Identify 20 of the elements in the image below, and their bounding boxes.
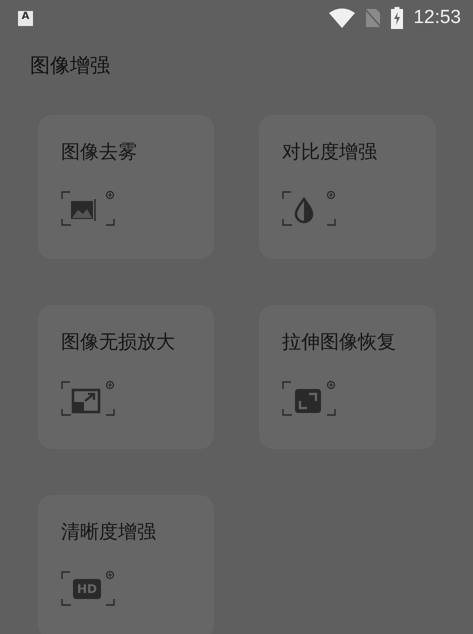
battery-charging-icon — [391, 7, 404, 29]
tool-card[interactable]: 清晰度增强 HD — [38, 495, 214, 634]
no-sim-icon — [365, 8, 382, 28]
image-icon — [61, 191, 117, 227]
notification-icon: A — [18, 10, 33, 26]
clock-time: 12:53 — [413, 7, 461, 29]
contrast-icon — [282, 191, 338, 227]
tool-label: 图像无损放大 — [61, 330, 175, 355]
tool-label: 清晰度增强 — [61, 520, 156, 545]
tool-label: 拉伸图像恢复 — [282, 330, 396, 355]
expand-icon — [282, 381, 338, 417]
tool-card[interactable]: 图像去雾 — [38, 115, 214, 259]
wifi-icon — [329, 8, 356, 28]
tool-card[interactable]: 图像无损放大 — [38, 305, 214, 449]
tool-label: 图像去雾 — [61, 140, 137, 165]
tool-card[interactable]: 对比度增强 — [259, 115, 436, 259]
enlarge-icon — [61, 381, 117, 417]
page-title: 图像增强 — [30, 52, 110, 79]
tool-label: 对比度增强 — [282, 140, 377, 165]
tool-card[interactable]: 拉伸图像恢复 — [259, 305, 436, 449]
